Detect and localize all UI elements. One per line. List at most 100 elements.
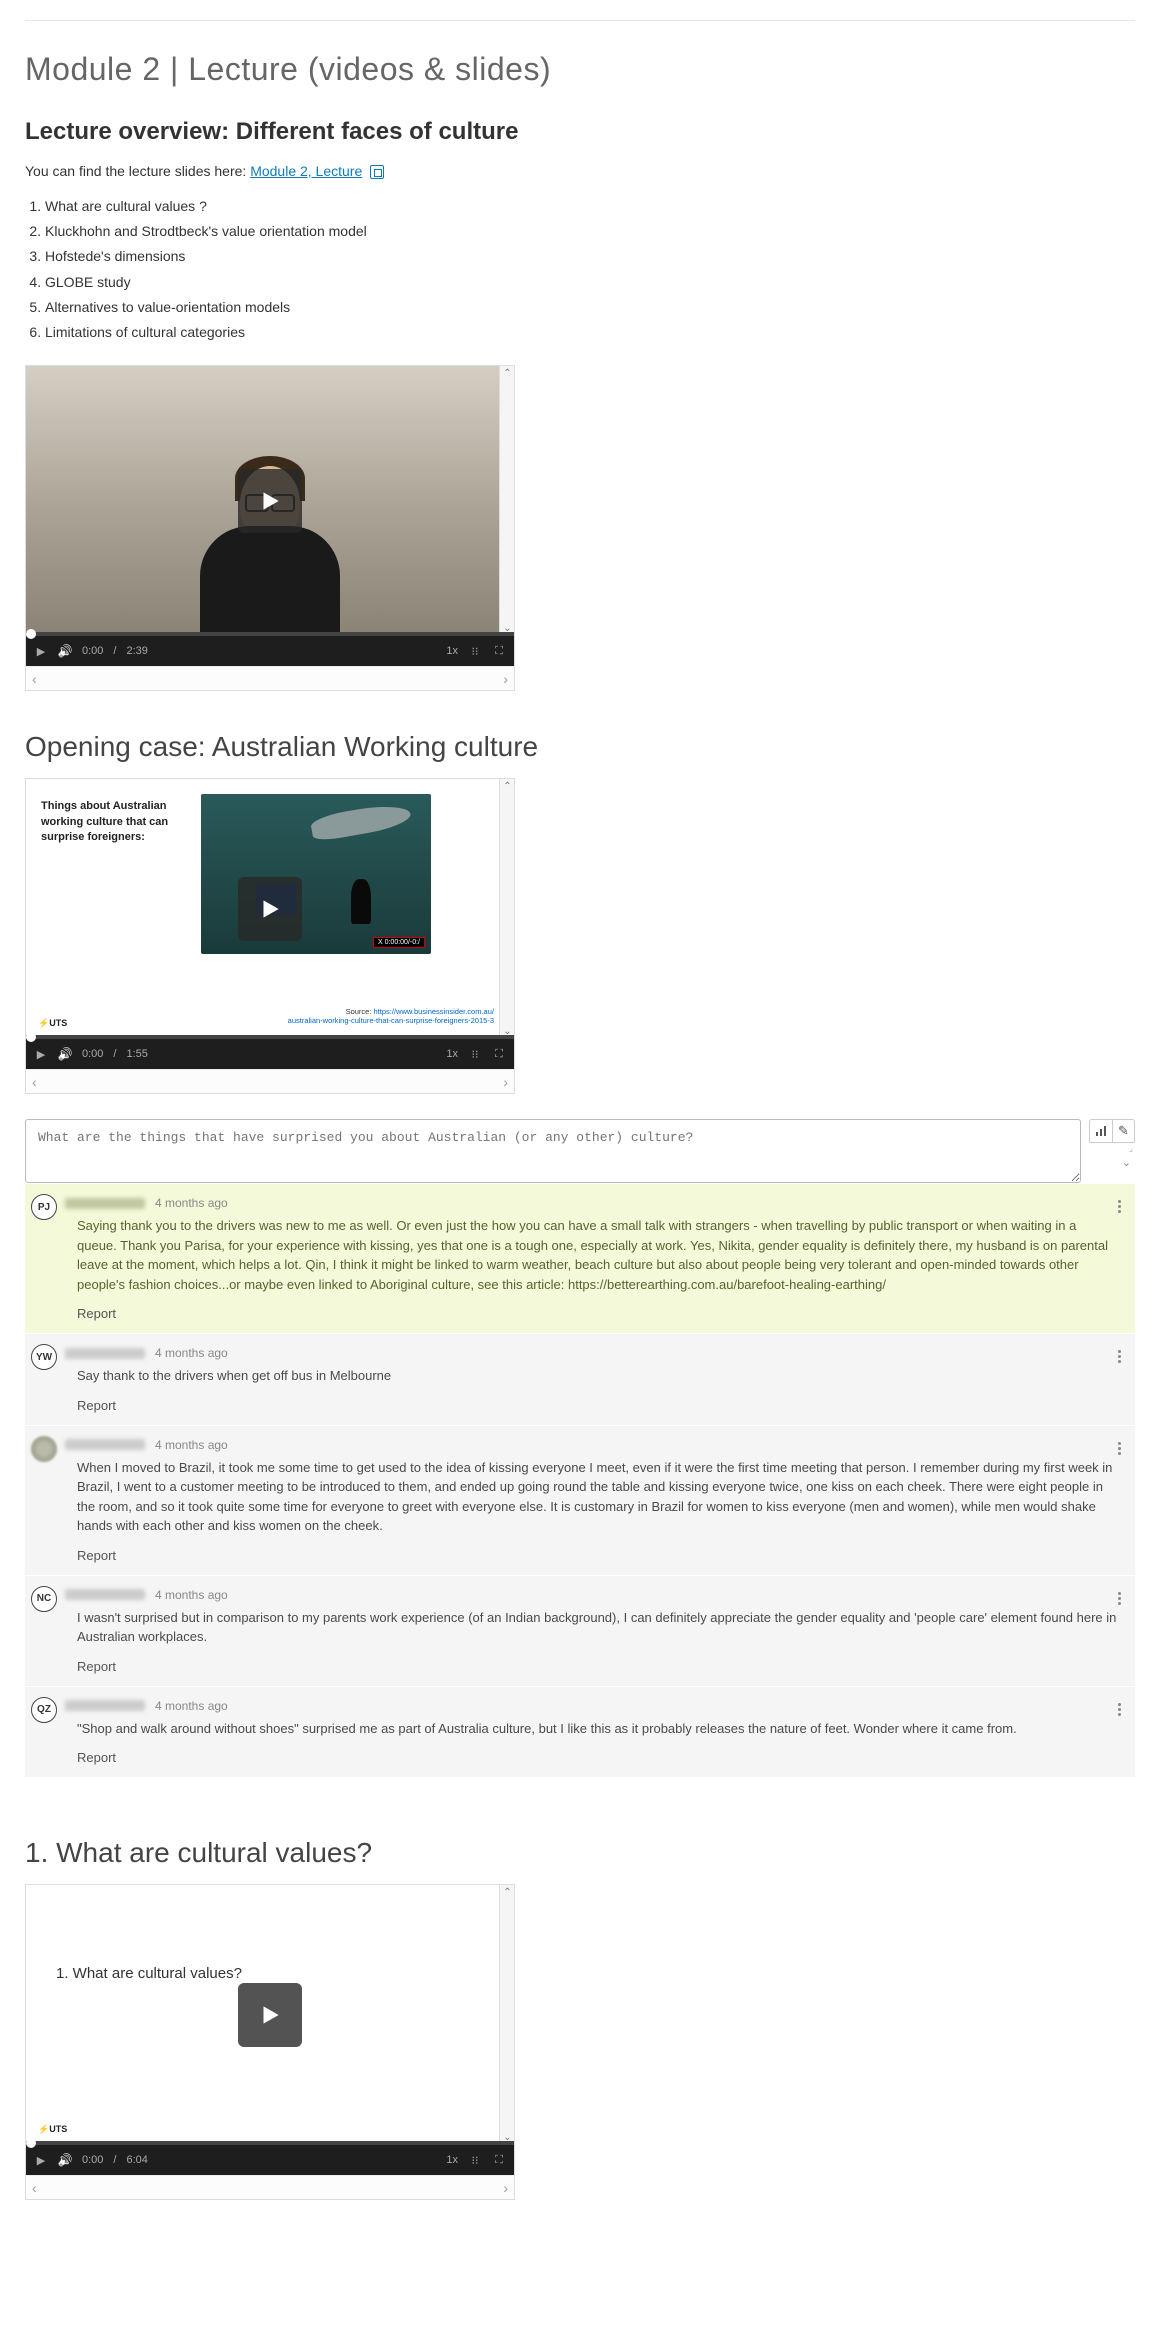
report-button[interactable]: Report: [77, 1659, 1119, 1674]
video-scrollbar[interactable]: ⌃ ⌄: [499, 779, 514, 1039]
video-prev-button[interactable]: ‹: [32, 2180, 37, 2196]
slides-intro: You can find the lecture slides here: Mo…: [25, 161, 1135, 182]
outline-item: GLOBE study: [45, 270, 1135, 295]
time-sep: /: [113, 2154, 116, 2166]
comment-body: I wasn't surprised but in comparison to …: [77, 1608, 1119, 1647]
scroll-up-icon[interactable]: ⌃: [501, 779, 513, 794]
comment-author: [65, 1700, 145, 1711]
page-title: Module 2 | Lecture (videos & slides): [25, 51, 1135, 88]
video-next-button[interactable]: ›: [503, 671, 508, 687]
comment-time: 4 months ago: [155, 1346, 228, 1360]
preview-icon[interactable]: [370, 165, 384, 179]
report-button[interactable]: Report: [77, 1548, 1119, 1563]
edit-icon[interactable]: ✎: [1112, 1120, 1134, 1142]
volume-icon[interactable]: [58, 644, 72, 658]
captions-icon[interactable]: ⁝⁝: [468, 644, 482, 658]
comment-menu-button[interactable]: [1114, 1699, 1125, 1720]
comment-toolbar: ✎ ⌟ ⌄: [1089, 1119, 1135, 1169]
play-button[interactable]: [238, 469, 302, 533]
play-small-icon[interactable]: ▶: [34, 2153, 48, 2167]
scroll-up-icon[interactable]: ⌃: [501, 366, 513, 381]
expand-comments-button[interactable]: ⌄: [1089, 1156, 1135, 1169]
case-slide-source: Source: https://www.businessinsider.com.…: [288, 1007, 494, 1025]
comment-time: 4 months ago: [155, 1438, 228, 1452]
poll-icon[interactable]: [1090, 1120, 1112, 1142]
slides-intro-prefix: You can find the lecture slides here:: [25, 163, 250, 179]
video-time-current: 0:00: [82, 1048, 103, 1060]
fullscreen-icon[interactable]: ⛶: [492, 1047, 506, 1061]
video-seek-track[interactable]: [26, 632, 514, 636]
comment-menu-button[interactable]: [1114, 1346, 1125, 1367]
comment-item: PJ4 months agoSaying thank you to the dr…: [25, 1183, 1135, 1333]
comment-time: 4 months ago: [155, 1588, 228, 1602]
video-prev-button[interactable]: ‹: [32, 1074, 37, 1090]
fullscreen-icon[interactable]: ⛶: [492, 2153, 506, 2167]
overview-heading: Lecture overview: Different faces of cul…: [25, 118, 1135, 146]
comment-avatar: PJ: [31, 1194, 57, 1220]
lecture-outline: What are cultural values ? Kluckhohn and…: [45, 194, 1135, 345]
comment-author: [65, 1589, 145, 1600]
comment-avatar: QZ: [31, 1697, 57, 1723]
comment-menu-button[interactable]: [1114, 1438, 1125, 1459]
comment-meta: 4 months ago: [65, 1438, 1119, 1452]
comment-input[interactable]: [25, 1119, 1081, 1183]
video-time-current: 0:00: [82, 645, 103, 657]
video-controls: ▶ 0:00 / 1:55 1x ⁝⁝ ⛶: [26, 1039, 514, 1069]
report-button[interactable]: Report: [77, 1750, 1119, 1765]
report-button[interactable]: Report: [77, 1398, 1119, 1413]
comment-author: [65, 1439, 145, 1450]
comment-menu-button[interactable]: [1114, 1196, 1125, 1217]
case-video: Things about Australian working culture …: [25, 778, 515, 1094]
video-seek-track[interactable]: [26, 2141, 514, 2145]
video-time-total: 2:39: [126, 645, 147, 657]
comment-author: [65, 1198, 145, 1209]
play-icon: [257, 488, 283, 514]
uts-logo: ⚡UTS: [38, 1018, 67, 1029]
volume-icon[interactable]: [58, 1047, 72, 1061]
video-prev-button[interactable]: ‹: [32, 671, 37, 687]
captions-icon[interactable]: ⁝⁝: [468, 1047, 482, 1061]
volume-icon[interactable]: [58, 2153, 72, 2167]
outline-item: Hofstede's dimensions: [45, 244, 1135, 269]
video-speed[interactable]: 1x: [446, 2154, 458, 2166]
video-next-button[interactable]: ›: [503, 1074, 508, 1090]
video-pager: ‹ ›: [26, 666, 514, 690]
section-1-slide-title: 1. What are cultural values?: [56, 1965, 242, 1982]
uts-logo: ⚡UTS: [38, 2124, 67, 2135]
section-1-video: 1. What are cultural values? ⚡UTS ⌃ ⌄ ▶ …: [25, 1884, 515, 2200]
case-slide-text: Things about Australian working culture …: [41, 799, 181, 1009]
scroll-up-icon[interactable]: ⌃: [501, 1885, 513, 1900]
video-next-button[interactable]: ›: [503, 2180, 508, 2196]
comment-avatar: NC: [31, 1586, 57, 1612]
comment-avatar: YW: [31, 1344, 57, 1370]
video-time-total: 1:55: [126, 1048, 147, 1060]
resize-grip-icon[interactable]: ⌟: [1089, 1143, 1135, 1154]
play-button[interactable]: [238, 1983, 302, 2047]
slides-link[interactable]: Module 2, Lecture: [250, 163, 362, 179]
fullscreen-icon[interactable]: ⛶: [492, 644, 506, 658]
video-speed[interactable]: 1x: [446, 645, 458, 657]
comment-item: YW4 months agoSay thank to the drivers w…: [25, 1333, 1135, 1425]
video-scrollbar[interactable]: ⌃ ⌄: [499, 366, 514, 636]
play-icon: [257, 2002, 283, 2028]
comment-menu-button[interactable]: [1114, 1588, 1125, 1609]
video-time-current: 0:00: [82, 2154, 103, 2166]
comment-body: "Shop and walk around without shoes" sur…: [77, 1719, 1119, 1739]
video-speed[interactable]: 1x: [446, 1048, 458, 1060]
play-small-icon[interactable]: ▶: [34, 1047, 48, 1061]
play-icon: [257, 896, 283, 922]
outline-item: Kluckhohn and Strodtbeck's value orienta…: [45, 219, 1135, 244]
case-heading: Opening case: Australian Working culture: [25, 731, 1135, 763]
play-button[interactable]: [238, 877, 302, 941]
video-scrollbar[interactable]: ⌃ ⌄: [499, 1885, 514, 2145]
comment-meta: 4 months ago: [65, 1346, 1119, 1360]
recording-badge: X 0:00:00/-0:/: [373, 937, 425, 948]
captions-icon[interactable]: ⁝⁝: [468, 2153, 482, 2167]
outline-item: Limitations of cultural categories: [45, 320, 1135, 345]
comment-item: 4 months agoWhen I moved to Brazil, it t…: [25, 1425, 1135, 1575]
report-button[interactable]: Report: [77, 1306, 1119, 1321]
video-seek-track[interactable]: [26, 1035, 514, 1039]
video-time-total: 6:04: [126, 2154, 147, 2166]
play-small-icon[interactable]: ▶: [34, 644, 48, 658]
comment-avatar: [31, 1436, 57, 1462]
